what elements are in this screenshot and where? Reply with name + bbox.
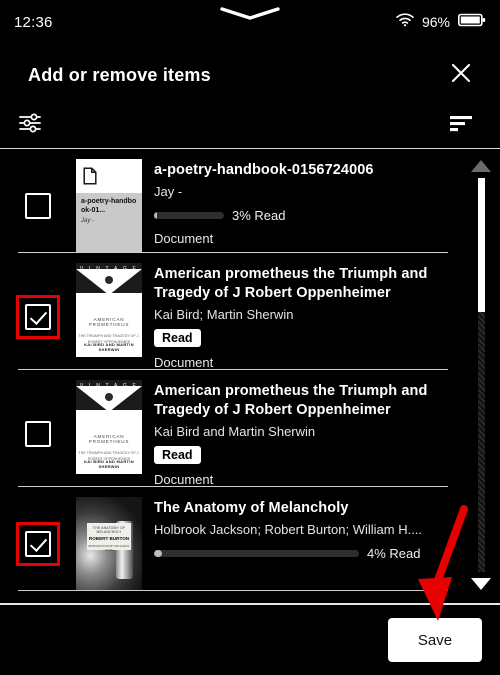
cover-author-line: KAI BIRD AND MARTIN SHERWIN xyxy=(84,459,134,469)
item-details: American prometheus the Triumph and Trag… xyxy=(154,380,500,487)
item-title: American prometheus the Triumph and Trag… xyxy=(154,383,428,418)
item-progress: 4% Read xyxy=(154,546,466,561)
battery-percent-label: 96% xyxy=(421,14,450,30)
highlighted-checkbox-wrapper[interactable] xyxy=(16,522,60,566)
item-author: Jay - xyxy=(154,184,183,199)
cover-body: AMERICAN PROMETHEUS THE TRIUMPH AND TRAGE… xyxy=(76,293,142,357)
battery-icon xyxy=(458,13,486,32)
checkbox-cell[interactable] xyxy=(0,412,76,456)
page-title: Add or remove items xyxy=(28,64,211,85)
cover-emblem xyxy=(105,276,113,284)
item-thumbnail: V I N T A G E AMERICAN PROMETHEUS THE TRIU… xyxy=(76,263,142,357)
progress-bar-fill xyxy=(154,550,163,557)
cover-banner: V I N T A G E xyxy=(76,380,142,410)
checkbox-wrapper[interactable] xyxy=(16,412,60,456)
app-screen: 12:36 96% Add or remove items a-poetry-h… xyxy=(0,0,500,675)
cover-brand: V I N T A G E xyxy=(79,383,139,389)
item-details: The Anatomy of Melancholy Holbrook Jackso… xyxy=(154,497,500,561)
list-item[interactable]: V I N T A G E AMERICAN PROMETHEUS THE TRIU… xyxy=(0,253,500,370)
dialog-header: Add or remove items xyxy=(0,52,500,98)
list-toolbar xyxy=(0,104,500,146)
cover-credit-line: INTRODUCTION BY WILLIAM H. GASS xyxy=(88,544,130,552)
status-badge: Read xyxy=(154,446,201,464)
checkbox-cell[interactable] xyxy=(0,184,76,228)
list-item[interactable]: THE ANATOMY OF MELANCHOLY ROBERT BURTON IN… xyxy=(0,487,500,591)
sort-button[interactable] xyxy=(444,110,478,140)
item-thumbnail: THE ANATOMY OF MELANCHOLY ROBERT BURTON IN… xyxy=(76,497,142,591)
checkbox-checked[interactable] xyxy=(25,531,51,557)
checkbox-wrapper[interactable] xyxy=(16,184,60,228)
thumbnail-caption: a-poetry-handbook-01... Jay - xyxy=(76,193,142,253)
cover-author-line: KAI BIRD AND MARTIN SHERWIN xyxy=(84,342,134,352)
cover-banner: V I N T A G E xyxy=(76,263,142,293)
cover-author-line: ROBERT BURTON xyxy=(88,536,130,541)
item-thumbnail: V I N T A G E AMERICAN PROMETHEUS THE TRIU… xyxy=(76,380,142,474)
item-type: Document xyxy=(154,231,214,246)
checkbox-unchecked[interactable] xyxy=(25,193,51,219)
checkbox-checked[interactable] xyxy=(25,303,51,330)
cover-brand: V I N T A G E xyxy=(79,266,139,272)
item-details: a-poetry-handbook-0156724006 Jay - 3% Read… xyxy=(154,159,500,246)
progress-bar xyxy=(154,550,359,557)
scrollbar-track[interactable] xyxy=(477,178,485,572)
item-author: Holbrook Jackson; Robert Burton; William… xyxy=(154,522,423,537)
save-button[interactable]: Save xyxy=(388,618,482,662)
status-time: 12:36 xyxy=(14,13,53,31)
badge-row: Read xyxy=(154,322,466,347)
progress-bar xyxy=(154,212,224,219)
scroll-down-arrow-icon[interactable] xyxy=(471,578,491,590)
highlighted-checkbox-wrapper[interactable] xyxy=(16,294,60,339)
list-scrollbar[interactable] xyxy=(470,160,492,590)
status-badge: Read xyxy=(154,329,201,347)
scroll-up-arrow-icon[interactable] xyxy=(471,160,491,172)
cover-body: AMERICAN PROMETHEUS THE TRIUMPH AND TRAGE… xyxy=(76,410,142,474)
status-indicators: 96% xyxy=(396,12,486,32)
list-item[interactable]: V I N T A G E AMERICAN PROMETHEUS THE TRIU… xyxy=(0,370,500,487)
item-type: Document xyxy=(154,355,214,370)
item-details: American prometheus the Triumph and Trag… xyxy=(154,263,500,370)
list-item[interactable]: a-poetry-handbook-01... Jay - a-poetry-han… xyxy=(0,149,500,253)
thumbnail-title: a-poetry-handbook-01... xyxy=(81,198,137,214)
sort-lines-icon xyxy=(449,113,473,138)
badge-row: Read xyxy=(154,439,466,464)
progress-label: 3% Read xyxy=(232,208,286,223)
items-list[interactable]: a-poetry-handbook-01... Jay - a-poetry-han… xyxy=(0,149,500,604)
scrollbar-thumb[interactable] xyxy=(477,178,485,312)
close-button[interactable] xyxy=(446,60,476,90)
progress-label: 4% Read xyxy=(367,546,421,561)
item-thumbnail: a-poetry-handbook-01... Jay - xyxy=(76,159,142,253)
item-type: Document xyxy=(154,472,214,487)
document-file-icon xyxy=(76,159,142,193)
item-author: Kai Bird; Martin Sherwin xyxy=(154,307,294,322)
cover-title-line: AMERICAN PROMETHEUS xyxy=(88,434,130,444)
cover-label: THE ANATOMY OF MELANCHOLY ROBERT BURTON IN… xyxy=(87,523,131,552)
filter-button[interactable] xyxy=(14,110,48,140)
checkbox-unchecked[interactable] xyxy=(25,420,51,447)
wifi-icon xyxy=(396,12,414,32)
row-divider xyxy=(18,590,448,591)
cover-title-line: AMERICAN PROMETHEUS xyxy=(88,317,130,327)
thumbnail-author: Jay - xyxy=(81,218,95,224)
item-title: The Anatomy of Melancholy xyxy=(154,500,349,516)
checkbox-cell[interactable] xyxy=(0,522,76,566)
filter-sliders-icon xyxy=(18,112,44,139)
close-icon xyxy=(450,62,472,89)
cover-emblem xyxy=(105,393,113,401)
checkbox-cell[interactable] xyxy=(0,294,76,339)
footer-bar: Save xyxy=(0,605,500,675)
item-author: Kai Bird and Martin Sherwin xyxy=(154,424,316,439)
item-progress: 3% Read xyxy=(154,208,466,223)
item-title: a-poetry-handbook-0156724006 xyxy=(154,162,374,178)
progress-bar-fill xyxy=(154,212,157,219)
cover-title-line: THE ANATOMY OF MELANCHOLY xyxy=(92,526,126,534)
item-title: American prometheus the Triumph and Trag… xyxy=(154,266,428,301)
chevron-down-handle-icon[interactable] xyxy=(218,6,282,22)
